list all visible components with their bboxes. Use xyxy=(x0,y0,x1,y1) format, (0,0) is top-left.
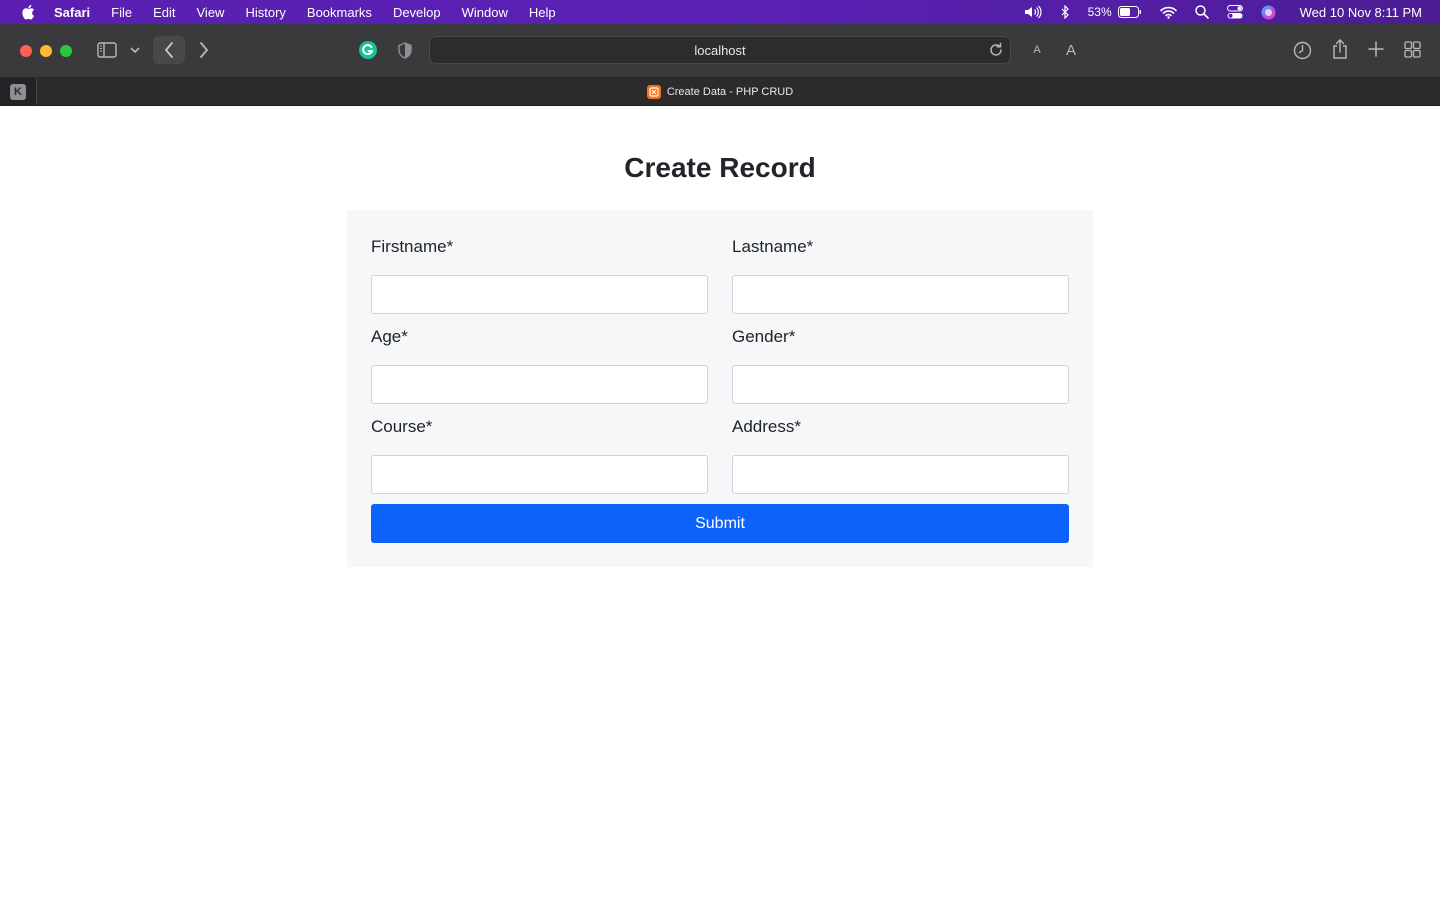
course-label: Course* xyxy=(371,417,433,436)
back-button[interactable] xyxy=(153,36,185,64)
xampp-favicon-icon xyxy=(646,84,661,99)
tab-title: Create Data - PHP CRUD xyxy=(666,85,794,98)
firstname-input[interactable] xyxy=(371,275,708,314)
history-clock-icon[interactable] xyxy=(1292,40,1312,60)
menu-edit[interactable]: Edit xyxy=(153,5,175,20)
grammarly-icon[interactable] xyxy=(358,40,378,60)
lastname-label: Lastname* xyxy=(732,237,814,256)
page-title: Create Record xyxy=(624,152,816,183)
submit-button[interactable]: Submit xyxy=(371,504,1069,543)
menu-bookmarks[interactable]: Bookmarks xyxy=(307,5,372,20)
apple-icon[interactable] xyxy=(18,4,38,20)
page-content: Create Record Firstname* Lastname* Age* … xyxy=(0,106,1440,900)
menu-window[interactable]: Window xyxy=(462,5,508,20)
menu-view[interactable]: View xyxy=(197,5,225,20)
menu-file[interactable]: File xyxy=(111,5,132,20)
address-field-group: Address* xyxy=(732,417,1069,494)
sidebar-toggle-icon[interactable] xyxy=(96,41,118,59)
tab-overview-icon[interactable] xyxy=(1403,40,1421,58)
privacy-shield-icon[interactable] xyxy=(396,41,414,59)
decrease-font-button[interactable]: A xyxy=(1029,41,1045,59)
age-input[interactable] xyxy=(371,365,708,404)
wifi-icon[interactable] xyxy=(1159,6,1177,19)
forward-button[interactable] xyxy=(194,36,214,64)
tab-bar: K Create Data - PHP CRUD xyxy=(0,78,1440,106)
active-tab[interactable]: Create Data - PHP CRUD xyxy=(0,78,1440,105)
reload-icon[interactable] xyxy=(988,42,1004,58)
age-label: Age* xyxy=(371,327,408,346)
new-tab-plus-icon[interactable] xyxy=(1367,40,1385,58)
chevron-down-icon[interactable] xyxy=(128,45,142,55)
bluetooth-icon[interactable] xyxy=(1060,5,1070,19)
course-input[interactable] xyxy=(371,455,708,494)
gender-label: Gender* xyxy=(732,327,796,346)
address-input[interactable] xyxy=(732,455,1069,494)
age-field-group: Age* xyxy=(371,327,708,404)
window-minimize-button[interactable] xyxy=(40,45,52,57)
lastname-field-group: Lastname* xyxy=(732,237,1069,314)
gender-field-group: Gender* xyxy=(732,327,1069,404)
siri-icon[interactable] xyxy=(1261,5,1276,20)
menu-help[interactable]: Help xyxy=(529,5,556,20)
menubar-clock[interactable]: Wed 10 Nov 8:11 PM xyxy=(1300,5,1422,20)
browser-toolbar: localhost A A xyxy=(0,24,1440,78)
share-icon[interactable] xyxy=(1330,38,1350,60)
battery-percent: 53% xyxy=(1087,5,1112,19)
create-record-form: Firstname* Lastname* Age* Gender* Course… xyxy=(347,210,1093,567)
lastname-input[interactable] xyxy=(732,275,1069,314)
address-bar[interactable]: localhost xyxy=(429,36,1011,64)
menu-history[interactable]: History xyxy=(245,5,285,20)
url-text: localhost xyxy=(694,43,746,58)
menu-bar: Safari File Edit View History Bookmarks … xyxy=(0,0,1440,24)
menu-develop[interactable]: Develop xyxy=(393,5,441,20)
menu-app-safari[interactable]: Safari xyxy=(54,5,90,20)
volume-icon[interactable] xyxy=(1024,5,1042,19)
control-center-icon[interactable] xyxy=(1226,5,1243,19)
battery-icon[interactable] xyxy=(1117,6,1142,18)
spotlight-search-icon[interactable] xyxy=(1194,5,1209,19)
address-label: Address* xyxy=(732,417,801,436)
firstname-label: Firstname* xyxy=(371,237,454,256)
window-zoom-button[interactable] xyxy=(60,45,72,57)
increase-font-button[interactable]: A xyxy=(1062,39,1080,61)
window-close-button[interactable] xyxy=(20,45,32,57)
course-field-group: Course* xyxy=(371,417,708,494)
gender-input[interactable] xyxy=(732,365,1069,404)
firstname-field-group: Firstname* xyxy=(371,237,708,314)
